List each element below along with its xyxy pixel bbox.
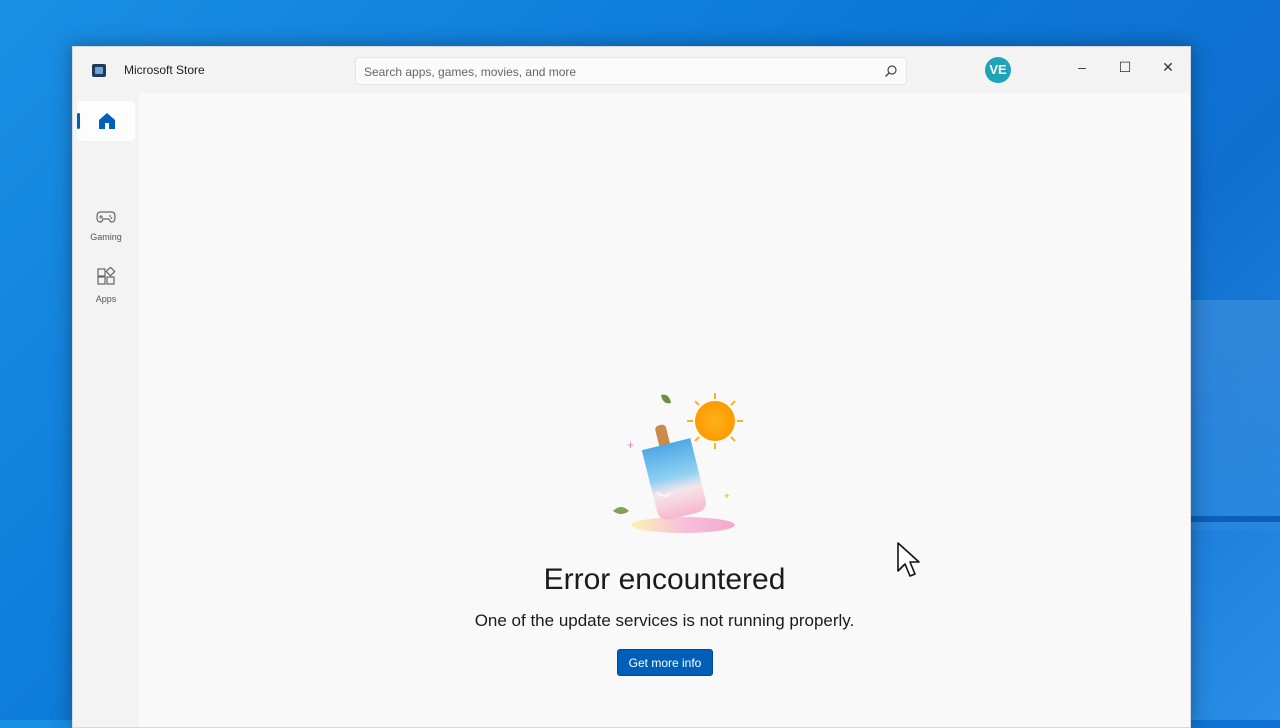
sidebar-item-label: Gaming [90,232,122,242]
error-title: Error encountered [543,563,786,596]
microsoft-store-window: Microsoft Store VE – ☐ ✕ [72,46,1191,728]
store-app-icon [92,64,106,77]
sidebar-item-apps[interactable]: Apps [77,263,135,313]
apps-grid-icon [97,267,116,285]
mouse-cursor-icon [897,542,920,577]
get-more-info-button[interactable]: Get more info [617,649,713,676]
search-icon[interactable] [884,64,898,78]
main-content: + ✦ Error encountered One of the update … [139,93,1190,727]
search-box[interactable] [355,57,907,86]
title-bar[interactable]: Microsoft Store VE – ☐ ✕ [73,47,1190,93]
sidebar-item-label: Apps [95,294,117,304]
user-avatar[interactable]: VE [985,57,1011,83]
app-title: Microsoft Store [124,63,205,77]
svg-text:+: + [627,438,634,452]
maximize-button[interactable]: ☐ [1105,52,1145,82]
selected-indicator [77,113,80,129]
melting-popsicle-illustration: + ✦ [613,393,743,533]
error-message: One of the update services is not runnin… [474,611,855,630]
desktop-wallpaper-highlight [1190,300,1280,530]
home-icon [99,113,115,129]
close-button[interactable]: ✕ [1148,52,1188,82]
svg-text:✦: ✦ [723,491,731,501]
sidebar-item-home[interactable] [77,101,135,141]
gamepad-icon [96,211,116,223]
sidebar-item-gaming[interactable]: Gaming [77,205,135,255]
search-input[interactable] [356,58,886,86]
sidebar: Gaming Apps [73,93,139,727]
desktop-wallpaper-band [1190,516,1280,522]
minimize-button[interactable]: – [1062,52,1102,82]
